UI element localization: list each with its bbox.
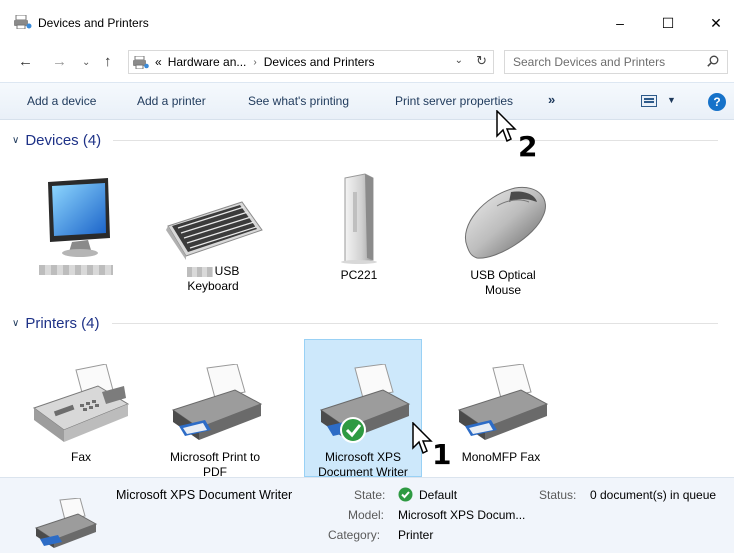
- refresh-button[interactable]: ↻: [476, 53, 487, 69]
- device-usb-keyboard-label-line2: Keyboard: [187, 279, 239, 293]
- details-model-value: Microsoft XPS Docum...: [398, 508, 526, 522]
- printers-group-header[interactable]: ∨ Printers (4): [12, 313, 718, 333]
- group-divider: [113, 139, 718, 141]
- maximize-button[interactable]: ☐: [646, 8, 690, 38]
- step-1-number: 1: [432, 438, 452, 471]
- title-bar: Devices and Printers – ☐ ✕: [0, 0, 734, 44]
- recent-locations-button[interactable]: ⌄: [82, 57, 90, 68]
- device-usb-optical-mouse-label-line2: Mouse: [484, 283, 522, 297]
- details-status-label: Status:: [539, 488, 577, 502]
- search-icon[interactable]: [707, 55, 719, 67]
- printer-fax-label: Fax: [70, 450, 91, 464]
- chevron-down-icon[interactable]: ∨: [12, 135, 19, 146]
- keyboard-icon: [166, 201, 263, 260]
- details-pane: Microsoft XPS Document Writer State: Def…: [0, 477, 734, 553]
- details-category-label: Category:: [328, 528, 381, 542]
- details-model-label: Model:: [348, 508, 385, 522]
- devices-printers-location-icon: [133, 55, 149, 69]
- printer-fax[interactable]: Fax: [26, 363, 136, 465]
- step-2-cursor-annotation: 2: [496, 109, 556, 164]
- pc-tower-icon: [341, 173, 377, 264]
- device-monitor-label: [26, 264, 126, 279]
- add-device-button[interactable]: Add a device: [27, 94, 96, 108]
- printer-microsoft-print-to-pdf-label-line1: Microsoft Print to: [169, 450, 261, 464]
- monitor-icon: [48, 178, 110, 257]
- command-bar: Add a device Add a printer See what's pr…: [0, 82, 734, 120]
- breadcrumb-hardware[interactable]: Hardware an...: [168, 55, 247, 69]
- mouse-icon: [465, 186, 546, 259]
- printer-icon: [457, 363, 549, 440]
- up-button[interactable]: ↑: [104, 53, 112, 70]
- mouse-pointer-icon: [496, 109, 517, 143]
- device-usb-keyboard[interactable]: USB Keyboard: [158, 190, 268, 294]
- printer-icon: [171, 363, 263, 440]
- breadcrumb-devices-printers[interactable]: Devices and Printers: [264, 55, 375, 69]
- forward-button[interactable]: →: [52, 53, 67, 70]
- print-server-properties-button[interactable]: Print server properties: [395, 94, 513, 108]
- details-category-value: Printer: [398, 528, 434, 542]
- change-view-icon[interactable]: [641, 95, 657, 107]
- printers-group-title: Printers (4): [25, 314, 100, 332]
- breadcrumb-prefix[interactable]: «: [155, 55, 162, 69]
- mouse-pointer-icon: [412, 421, 433, 455]
- device-pc221[interactable]: PC221: [314, 172, 404, 283]
- selected-printer-icon: [34, 498, 98, 548]
- devices-group-header[interactable]: ∨ Devices (4): [12, 130, 718, 150]
- device-monitor[interactable]: [26, 176, 126, 279]
- details-state-label: State:: [354, 488, 386, 502]
- search-box[interactable]: [504, 50, 728, 74]
- printer-monomfp-fax[interactable]: MonoMFP Fax: [446, 363, 556, 465]
- add-printer-button[interactable]: Add a printer: [137, 94, 206, 108]
- devices-printers-app-icon: [14, 15, 32, 29]
- breadcrumb-separator[interactable]: ›: [253, 57, 256, 68]
- see-whats-printing-button[interactable]: See what's printing: [248, 94, 349, 108]
- device-usb-optical-mouse-label-line1: USB Optical: [470, 268, 536, 282]
- search-input[interactable]: [505, 51, 695, 73]
- details-device-name: Microsoft XPS Document Writer: [116, 488, 293, 502]
- step-2-number: 2: [518, 130, 538, 163]
- chevron-down-icon[interactable]: ∨: [12, 318, 19, 329]
- device-usb-keyboard-label-line1: USB: [158, 264, 268, 279]
- close-button[interactable]: ✕: [694, 8, 734, 38]
- address-row: ← → ⌄ ↑ « Hardware an... › Devices and P…: [0, 44, 734, 80]
- printer-microsoft-print-to-pdf[interactable]: Microsoft Print to PDF: [160, 363, 270, 480]
- window-title: Devices and Printers: [38, 16, 149, 30]
- printer-default-icon: [319, 363, 411, 443]
- printer-microsoft-xps-label-line1: Microsoft XPS: [324, 450, 402, 464]
- more-commands-button[interactable]: »: [548, 92, 555, 107]
- address-dropdown-button[interactable]: ⌄: [455, 55, 463, 66]
- fax-icon: [32, 363, 130, 442]
- default-check-icon: [398, 487, 413, 502]
- details-status-value: 0 document(s) in queue: [590, 488, 717, 502]
- view-options-dropdown[interactable]: ▼: [667, 95, 676, 105]
- address-bar[interactable]: « Hardware an... › Devices and Printers …: [128, 50, 494, 74]
- minimize-button[interactable]: –: [598, 8, 642, 38]
- device-usb-optical-mouse[interactable]: USB Optical Mouse: [445, 176, 561, 298]
- help-icon[interactable]: ?: [708, 93, 726, 111]
- printer-monomfp-fax-label: MonoMFP Fax: [461, 450, 541, 464]
- group-divider: [111, 322, 718, 324]
- back-button[interactable]: ←: [18, 53, 33, 70]
- details-state-value: Default: [419, 488, 458, 502]
- step-1-cursor-annotation: 1: [412, 421, 462, 472]
- device-pc221-label: PC221: [340, 268, 378, 282]
- printer-microsoft-xps-document-writer[interactable]: Microsoft XPS Document Writer: [304, 339, 422, 479]
- devices-group-title: Devices (4): [25, 131, 102, 149]
